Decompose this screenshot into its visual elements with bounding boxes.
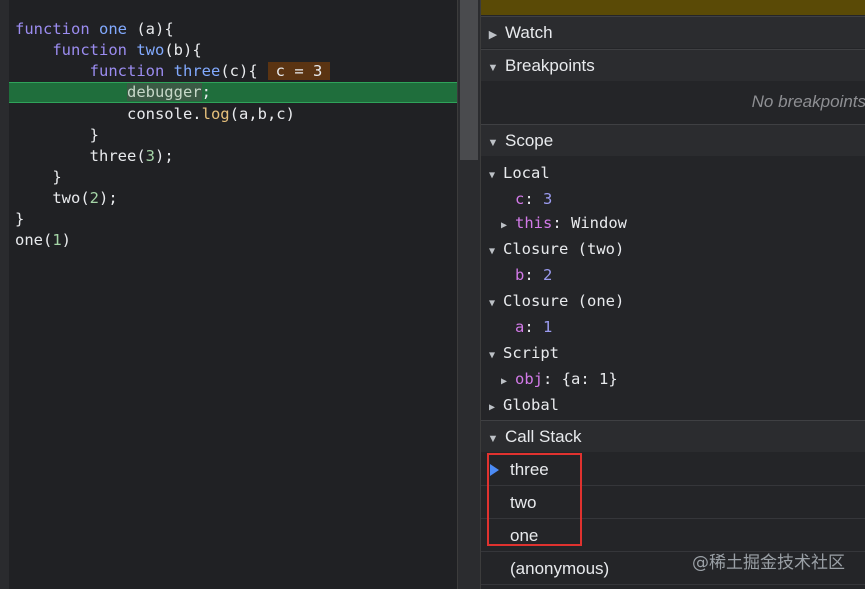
code-line: } [52,168,62,186]
paused-banner [481,0,865,15]
collapse-triangle-icon: ▼ [487,137,499,149]
code-line: console.log(a,b,c) [126,105,295,123]
code-line: } [15,210,25,228]
scope-var-b[interactable]: b: 2 [515,262,552,288]
code-editor[interactable]: function one (a){ function two(b){ funct… [9,0,457,589]
breakpoints-section-header[interactable]: ▼ Breakpoints [481,49,865,81]
collapse-triangle-icon: ▼ [489,170,496,181]
editor-scrollbar[interactable] [457,0,480,589]
code-line: function one (a){ [15,20,174,38]
scope-section-header[interactable]: ▼ Scope [481,124,865,156]
code-line: three(3); [89,147,174,165]
scope-var-obj[interactable]: ▶ obj: {a: 1} [501,366,618,392]
collapse-triangle-icon: ▼ [489,246,496,257]
breakpoints-empty-note: No breakpoints [751,92,865,111]
scope-local[interactable]: ▼ Local [489,160,550,186]
code-line: two(2); [52,189,118,207]
callstack-section-header[interactable]: ▼ Call Stack [481,420,865,452]
expand-triangle-icon: ▶ [488,29,498,41]
debugger-statement: debugger [126,83,202,101]
watch-section-header[interactable]: ▶ Watch [481,16,865,48]
collapse-triangle-icon: ▼ [487,433,499,445]
scope-global[interactable]: ▶ Global [489,392,559,418]
code-line: one(1) [15,231,72,249]
scope-closure-one[interactable]: ▼ Closure (one) [489,288,624,314]
code-line: function two(b){ [52,41,202,59]
code-line: } [89,126,99,144]
scope-var-a[interactable]: a: 1 [515,314,552,340]
code-line: function three(c){c = 3 [15,61,331,82]
scope-script[interactable]: ▼ Script [489,340,559,366]
expand-triangle-icon: ▶ [489,402,496,413]
scrollbar-thumb[interactable] [460,0,478,160]
watermark: @稀土掘金技术社区 [692,553,845,573]
annotation-highlight-box [487,453,582,546]
scope-closure-two[interactable]: ▼ Closure (two) [489,236,624,262]
scope-var-this[interactable]: ▶ this: Window [501,210,627,236]
collapse-triangle-icon: ▼ [489,298,496,309]
collapse-triangle-icon: ▼ [487,62,499,74]
inline-value-badge: c = 3 [267,62,331,80]
code-line-paused: debugger; [126,83,211,101]
scope-var-c[interactable]: c: 3 [515,186,552,212]
